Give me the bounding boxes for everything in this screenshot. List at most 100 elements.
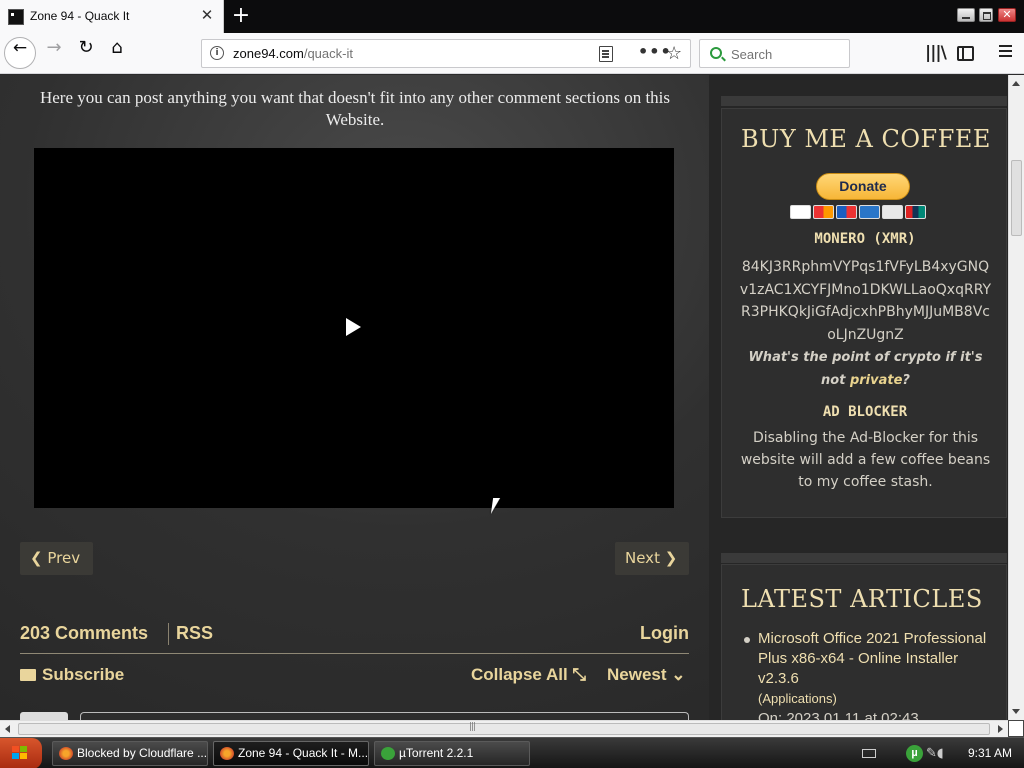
divider [20, 653, 689, 654]
task-label: µTorrent 2.2.1 [399, 746, 474, 760]
scrollbar-thumb[interactable] [1011, 160, 1022, 236]
avatar [20, 712, 68, 720]
monero-label: MONERO (XMR) [814, 231, 916, 247]
list-item[interactable]: Microsoft Office 2021 Professional Plus … [741, 629, 991, 720]
utorrent-tray-icon[interactable]: µ [906, 745, 923, 762]
search-icon [710, 47, 722, 59]
taskbar-item-cloudflare[interactable]: Blocked by Cloudflare ... [52, 741, 208, 766]
login-link[interactable]: Login [640, 623, 689, 644]
chevron-left-icon: ❮ [30, 549, 43, 567]
home-button[interactable]: ⌂ [101, 37, 133, 69]
collapse-label: Collapse All [471, 665, 568, 684]
new-tab-button[interactable]: + [230, 4, 252, 28]
search-input[interactable]: Search [699, 39, 850, 68]
page-content: Here you can post anything you want that… [0, 75, 1008, 720]
minimize-button[interactable] [957, 8, 975, 22]
scrollbar-thumb[interactable] [18, 722, 990, 735]
adblock-text: Disabling the Ad-Blocker for this websit… [740, 430, 991, 490]
mastercard-icon [813, 205, 834, 219]
url-path: /quack-it [303, 46, 353, 61]
quote-end: ? [902, 373, 910, 388]
article-date: On: 2023.01.11 at 02:43 [758, 710, 919, 720]
system-tray: µ ✎◖ 9:31 AM [856, 738, 1024, 768]
taskbar-item-zone94[interactable]: Zone 94 - Quack It - M... [213, 741, 369, 766]
video-player[interactable] [34, 148, 674, 508]
site-info-icon[interactable]: i [210, 46, 224, 60]
next-label: Next [625, 549, 660, 567]
tray-icons[interactable]: ✎◖ [926, 746, 956, 761]
scroll-up-icon[interactable] [1012, 81, 1020, 86]
url-host: zone94.com [233, 46, 304, 61]
comment-input[interactable] [80, 712, 689, 720]
url-bar[interactable]: i zone94.com/quack-it ••• ☆ [201, 39, 691, 68]
unionpay-icon [905, 205, 926, 219]
maximize-button[interactable] [979, 8, 993, 22]
collapse-icon: ⤡ [572, 665, 587, 684]
prev-label: Prev [47, 549, 81, 567]
subscribe-button[interactable]: Subscribe [20, 665, 124, 685]
tab-title: Zone 94 - Quack It [30, 9, 130, 23]
reload-button[interactable]: ↻ [70, 37, 102, 69]
bookmark-star-icon[interactable]: ☆ [666, 43, 682, 64]
play-icon[interactable] [346, 318, 361, 336]
url-text[interactable]: zone94.com/quack-it [233, 46, 353, 61]
sidebar-toggle-icon[interactable] [957, 46, 974, 61]
search-placeholder: Search [731, 47, 773, 62]
intro-text: Here you can post anything you want that… [39, 88, 671, 129]
firefox-icon [220, 747, 234, 760]
keyboard-icon[interactable] [862, 749, 876, 758]
next-button[interactable]: Next ❯ [615, 542, 689, 575]
article-category[interactable]: (Applications) [758, 691, 837, 706]
taskbar: Blocked by Cloudflare ... Zone 94 - Quac… [0, 737, 1024, 768]
amex-icon [859, 205, 880, 219]
collapse-all-button[interactable]: Collapse All ⤡ [471, 665, 586, 685]
clock[interactable]: 9:31 AM [968, 746, 1012, 760]
discover-icon [882, 205, 903, 219]
scroll-down-icon[interactable] [1012, 709, 1020, 714]
close-tab-icon[interactable]: ✕ [199, 7, 215, 23]
comments-count: 203 Comments [20, 623, 149, 643]
articles-title: LATEST ARTICLES [741, 585, 983, 613]
category-label: Applications [762, 691, 833, 706]
tab-zone94[interactable]: Zone 94 - Quack It ✕ [0, 0, 224, 33]
vertical-scrollbar[interactable] [1008, 75, 1024, 720]
scroll-left-icon[interactable] [5, 725, 10, 733]
monero-address: 84KJ3RRphmVYPqs1fVFyLB4xyGNQv1zAC1XCYFJM… [739, 259, 992, 343]
comments-header: 203 Comments RSS Login [20, 623, 689, 653]
back-button[interactable]: ← [4, 37, 36, 69]
task-label: Blocked by Cloudflare ... [77, 746, 208, 760]
utorrent-icon [381, 747, 395, 760]
maestro-icon [836, 205, 857, 219]
coffee-title: BUY ME A COFFEE [741, 125, 991, 153]
taskbar-item-utorrent[interactable]: µTorrent 2.2.1 [374, 741, 530, 766]
navigation-bar: ← → ↻ ⌂ i zone94.com/quack-it ••• ☆ Sear… [0, 33, 1024, 74]
tab-strip: Zone 94 - Quack It ✕ + ✕ [0, 0, 1024, 33]
bullet-icon [744, 637, 750, 643]
library-icon[interactable]: |||\ [925, 43, 947, 63]
prev-button[interactable]: ❮ Prev [20, 542, 93, 575]
donate-button[interactable]: Donate [816, 173, 910, 200]
horizontal-scrollbar[interactable] [0, 720, 1008, 737]
quote-highlight: private [849, 373, 903, 388]
crypto-quote: What's the point of crypto if it's not p… [739, 346, 992, 392]
forward-button[interactable]: → [38, 37, 70, 69]
subscribe-label: Subscribe [42, 665, 125, 684]
buy-me-coffee-widget: BUY ME A COFFEE Donate MONERO (XMR) 84KJ… [721, 108, 1007, 518]
start-button[interactable] [0, 738, 42, 768]
sort-dropdown[interactable]: Newest ⌄ [607, 665, 686, 685]
article-title[interactable]: Microsoft Office 2021 Professional Plus … [758, 630, 986, 687]
envelope-icon [20, 669, 36, 681]
chevron-down-icon: ⌄ [671, 665, 686, 684]
scroll-corner [1008, 720, 1024, 737]
favicon-icon [8, 9, 24, 25]
reader-view-icon[interactable] [599, 46, 613, 62]
hamburger-menu-icon[interactable] [999, 45, 1012, 47]
adblock-label: AD BLOCKER [822, 404, 908, 420]
close-window-button[interactable]: ✕ [998, 8, 1016, 22]
sort-label: Newest [607, 665, 667, 684]
firefox-icon [59, 747, 73, 760]
right-sidebar: BUY ME A COFFEE Donate MONERO (XMR) 84KJ… [709, 75, 1008, 720]
task-label: Zone 94 - Quack It - M... [238, 746, 369, 760]
rss-link[interactable]: RSS [176, 623, 213, 644]
scroll-right-icon[interactable] [998, 725, 1003, 733]
